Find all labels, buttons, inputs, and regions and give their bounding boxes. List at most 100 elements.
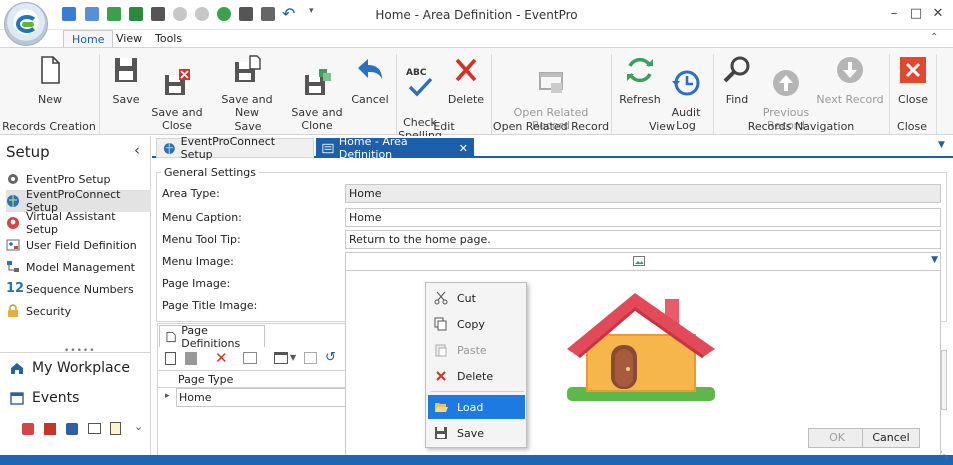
sidebar-item-virtual-assistant-setup[interactable]: Virtual Assistant Setup: [6, 210, 151, 236]
close-tab-icon[interactable]: ✕: [459, 142, 468, 155]
tab-list-dropdown-icon[interactable]: ▼: [938, 140, 945, 150]
sequence-icon: 12: [6, 281, 25, 296]
tab-page-definitions[interactable]: Page Definitions: [159, 324, 265, 350]
sidebar-item-eventproconnect-setup[interactable]: EventProConnect Setup: [6, 188, 151, 214]
image-thumbnail-icon: [633, 256, 645, 266]
window-title: Home - Area Definition - EventPro: [375, 8, 578, 22]
sidebar-item-eventpro-setup[interactable]: EventPro Setup: [6, 168, 151, 190]
mail-icon[interactable]: [88, 423, 101, 434]
magnifier-icon: [723, 56, 750, 83]
bed-icon[interactable]: [22, 423, 34, 435]
nav-events[interactable]: Events: [10, 390, 79, 406]
clipboard-icon[interactable]: [110, 422, 121, 435]
ok-button[interactable]: OK: [808, 428, 866, 448]
menu-item-save[interactable]: Save: [428, 421, 525, 445]
sidebar-splitter-handle[interactable]: •••••: [64, 346, 96, 356]
save-button[interactable]: Save: [104, 54, 148, 106]
area-type-field[interactable]: Home: [345, 184, 941, 203]
menu-tool-tip-input[interactable]: Return to the home page.: [345, 230, 941, 249]
sidebar-item-label: User Field Definition: [26, 238, 137, 252]
more-nav-icon[interactable]: ⌄: [134, 420, 143, 433]
cancel-image-button[interactable]: Cancel: [862, 428, 920, 448]
group-save: Save: [234, 120, 262, 133]
globe-icon: [163, 142, 175, 154]
sidebar-item-user-field-definition[interactable]: User Field Definition: [6, 234, 151, 256]
menu-item-paste[interactable]: Paste: [428, 338, 525, 362]
general-settings-legend: General Settings: [164, 166, 256, 179]
menu-item-delete[interactable]: Delete: [428, 364, 525, 388]
ribbon: New Records Creation Save Save and Close…: [0, 47, 953, 142]
next-record-button[interactable]: Next Record: [814, 54, 886, 106]
model-icon: [7, 261, 19, 272]
sidebar-item-security[interactable]: Security: [6, 300, 151, 322]
new-button[interactable]: New: [28, 54, 72, 106]
tab-view[interactable]: View: [108, 30, 150, 48]
delete-menu-label: Delete: [457, 369, 494, 383]
sidebar-item-sequence-numbers[interactable]: 12 Sequence Numbers: [6, 278, 151, 300]
tab-tools[interactable]: Tools: [147, 30, 190, 48]
status-bar: [0, 455, 953, 465]
row-expand-icon[interactable]: ▸: [165, 391, 170, 401]
menu-item-load[interactable]: Load: [428, 395, 525, 419]
contact-card-icon[interactable]: [66, 423, 78, 435]
tab-home[interactable]: Home: [63, 30, 114, 48]
doc-tab-eventproconnect-setup[interactable]: EventProConnect Setup: [156, 135, 314, 161]
app-logo[interactable]: [4, 2, 48, 46]
my-workplace-label: My Workplace: [32, 360, 130, 376]
copy-row-icon[interactable]: [185, 352, 197, 365]
collapse-ribbon-icon[interactable]: ⌃: [930, 32, 938, 43]
delete-x-icon: [436, 371, 446, 381]
page-type-column-header[interactable]: Page Type: [178, 373, 233, 386]
save-and-new-button[interactable]: Save and New: [208, 54, 286, 119]
new-row-icon[interactable]: [165, 352, 176, 365]
grid-divider: [158, 370, 346, 371]
maximize-button[interactable]: □: [908, 6, 924, 22]
minimize-button[interactable]: –: [886, 6, 902, 22]
clock-history-icon: [672, 70, 700, 96]
new-label: New: [38, 93, 62, 106]
menu-image-label: Menu Image:: [162, 255, 234, 268]
doc-tab-home-area-definition[interactable]: Home - Area Definition ✕: [316, 135, 474, 161]
close-red-icon: [900, 57, 926, 83]
menu-item-copy[interactable]: Copy: [428, 312, 525, 336]
nav-my-workplace[interactable]: My Workplace: [10, 360, 130, 376]
cancel-button[interactable]: Cancel: [348, 54, 392, 106]
export-icon[interactable]: [304, 352, 317, 364]
cancel-label: Cancel: [351, 93, 389, 106]
menu-item-cut[interactable]: Cut: [428, 286, 525, 310]
sidebar-title: Setup: [6, 143, 50, 161]
arrow-down-circle-icon: [837, 57, 863, 83]
delete-row-icon[interactable]: ✕: [215, 349, 228, 367]
view-options-dropdown-icon[interactable]: ▼: [290, 353, 296, 362]
copy-label: Copy: [457, 317, 485, 331]
chevron-down-icon[interactable]: ▼: [931, 255, 938, 265]
refresh-icon: [627, 57, 653, 83]
resize-grip-icon[interactable]: ⋱: [940, 450, 948, 459]
arrow-up-circle-icon: [773, 70, 799, 96]
sidebar-item-label: Model Management: [26, 260, 135, 274]
menu-caption-label: Menu Caption:: [162, 211, 242, 224]
doc-tab-label: EventProConnect Setup: [180, 135, 276, 161]
gear-icon: [8, 174, 18, 184]
group-view: View: [648, 120, 676, 133]
load-label: Load: [457, 400, 484, 414]
menu-caption-input[interactable]: Home: [345, 208, 941, 227]
user-field-icon: [6, 239, 20, 251]
history-icon[interactable]: ↺: [325, 350, 336, 365]
refresh-button[interactable]: Refresh: [616, 54, 664, 106]
factory-icon[interactable]: [44, 423, 56, 435]
find-button[interactable]: Find: [715, 54, 759, 106]
find-label: Find: [725, 93, 749, 106]
sidebar-item-model-management[interactable]: Model Management: [6, 256, 151, 278]
delete-label: Delete: [447, 93, 485, 106]
folder-open-icon: [435, 403, 448, 412]
menu-image-dropdown[interactable]: ▼: [345, 252, 941, 271]
open-related-icon: [539, 72, 563, 93]
delete-button[interactable]: Delete: [444, 54, 488, 106]
view-options-icon[interactable]: [274, 352, 288, 364]
edit-row-icon[interactable]: [243, 352, 257, 364]
table-row[interactable]: Home: [176, 388, 346, 407]
close-button[interactable]: Close: [892, 54, 934, 106]
collapse-sidebar-icon[interactable]: ‹: [134, 141, 140, 159]
close-window-button[interactable]: ✕: [930, 6, 946, 22]
